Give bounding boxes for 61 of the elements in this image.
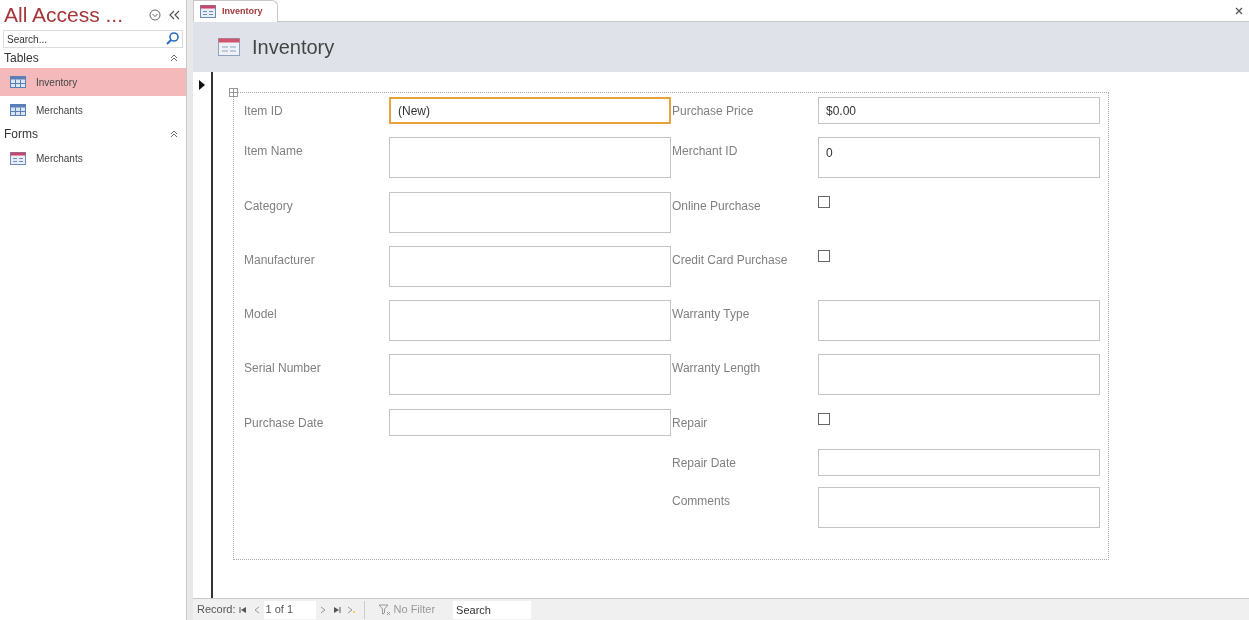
first-record-button[interactable]: [238, 605, 247, 614]
previous-record-button[interactable]: [252, 605, 261, 614]
input-field[interactable]: 0: [818, 137, 1100, 178]
field-label: Credit Card Purchase: [672, 253, 788, 267]
search-field[interactable]: Search...: [3, 30, 183, 48]
field-label: Purchase Price: [672, 104, 754, 118]
form-title: Inventory: [252, 35, 335, 60]
field-label: Purchase Date: [244, 416, 324, 430]
filter-icon: [378, 603, 391, 616]
field-label: Repair: [672, 416, 708, 430]
form-icon: [218, 38, 240, 56]
last-record-button[interactable]: [332, 605, 341, 614]
pane-title[interactable]: All Access ...: [4, 0, 124, 31]
document-tab[interactable]: Inventory: [193, 0, 278, 22]
close-icon: [1235, 6, 1243, 15]
field-label: Merchant ID: [672, 144, 738, 158]
field-label: Serial Number: [244, 361, 321, 375]
field-label: Comments: [672, 494, 730, 508]
form-icon: [10, 151, 26, 165]
input-field[interactable]: [389, 409, 671, 436]
input-field[interactable]: (New): [389, 97, 671, 124]
collapse-icon: [169, 10, 180, 20]
input-field[interactable]: [389, 354, 671, 395]
field-label: Model: [244, 307, 277, 321]
input-field[interactable]: [818, 300, 1100, 341]
record-position-field[interactable]: 1 of 1: [263, 600, 316, 619]
input-field[interactable]: $0.00: [818, 97, 1100, 124]
group-header[interactable]: Tables: [4, 49, 170, 67]
new-record-button[interactable]: [346, 605, 355, 614]
layout-selector-icon: [229, 88, 238, 97]
input-field[interactable]: [389, 192, 671, 233]
record-selector-icon: [199, 80, 205, 90]
table-icon: [10, 104, 26, 116]
field-label: Manufacturer: [244, 253, 315, 267]
field-label: Item ID: [244, 104, 283, 118]
input-field[interactable]: [818, 354, 1100, 395]
checkbox[interactable]: [818, 250, 830, 262]
nav-item[interactable]: Merchants: [0, 144, 186, 172]
input-field[interactable]: [389, 137, 671, 178]
search-field[interactable]: Search: [453, 600, 532, 619]
search-icon: [166, 32, 179, 45]
field-label: Warranty Length: [672, 361, 761, 375]
field-label: Warranty Type: [672, 307, 750, 321]
dropdown-icon: [149, 9, 161, 21]
input-field[interactable]: [818, 487, 1100, 528]
field-label: Online Purchase: [672, 199, 761, 213]
nav-item[interactable]: Merchants: [0, 96, 186, 124]
field-label: Category: [244, 199, 293, 213]
checkbox[interactable]: [818, 413, 830, 425]
table-icon: [10, 76, 26, 88]
field-label: Item Name: [244, 144, 303, 158]
input-field[interactable]: [389, 300, 671, 341]
next-record-button[interactable]: [318, 605, 327, 614]
group-header[interactable]: Forms: [4, 125, 170, 143]
checkbox[interactable]: [818, 196, 830, 208]
input-field[interactable]: [818, 449, 1100, 476]
record-label: Record:: [197, 602, 236, 618]
nav-item[interactable]: Inventory: [0, 68, 186, 96]
form-icon: [200, 5, 216, 18]
input-field[interactable]: [389, 246, 671, 287]
field-label: Repair Date: [672, 456, 737, 470]
